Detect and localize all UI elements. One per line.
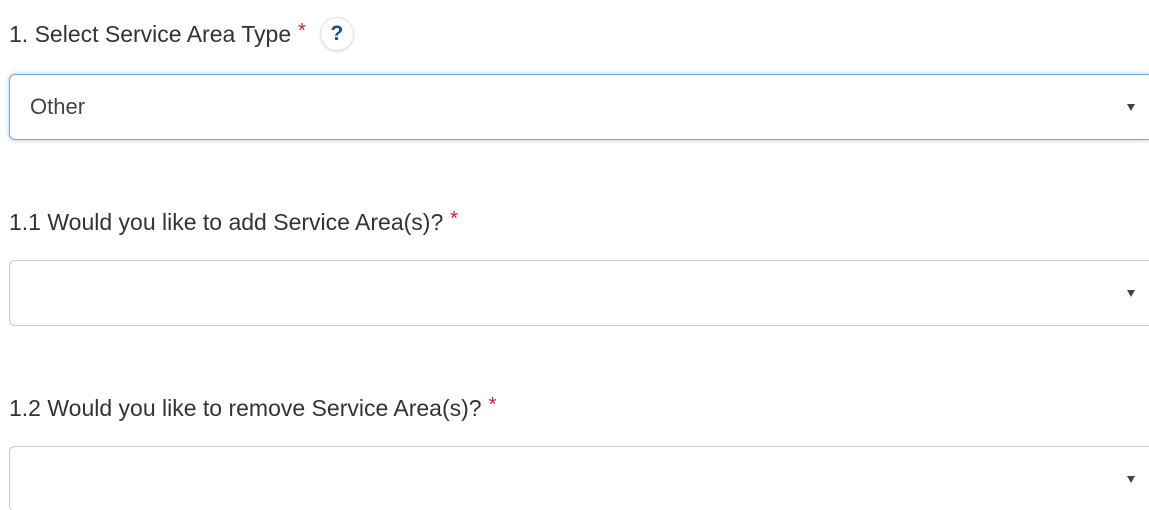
select-value: Other	[30, 94, 86, 119]
question-remove-service-area: 1.2 Would you like to remove Service Are…	[9, 388, 1149, 510]
question-label-row: 1.2 Would you like to remove Service Are…	[9, 388, 1149, 428]
question-add-service-area: 1.1 Would you like to add Service Area(s…	[9, 202, 1149, 326]
caret-down-icon	[1127, 104, 1135, 111]
question-label: 1. Select Service Area Type	[9, 21, 292, 47]
question-label-row: 1.1 Would you like to add Service Area(s…	[9, 202, 1149, 242]
service-area-form: 1. Select Service Area Type * ? Other 1.…	[0, 0, 1149, 510]
required-indicator: *	[450, 208, 459, 230]
question-service-area-type: 1. Select Service Area Type * ? Other	[9, 14, 1149, 140]
required-indicator: *	[488, 394, 497, 416]
required-indicator: *	[298, 20, 306, 42]
question-label: 1.1 Would you like to add Service Area(s…	[9, 209, 444, 235]
caret-down-icon	[1127, 476, 1135, 483]
question-label: 1.2 Would you like to remove Service Are…	[9, 395, 482, 421]
help-button[interactable]: ?	[319, 17, 354, 51]
add-service-area-select[interactable]	[9, 260, 1149, 326]
remove-service-area-select[interactable]	[9, 446, 1149, 510]
question-mark-icon: ?	[330, 22, 344, 45]
question-label-row: 1. Select Service Area Type * ?	[9, 14, 1149, 54]
service-area-type-select[interactable]: Other	[9, 74, 1149, 140]
caret-down-icon	[1127, 290, 1135, 297]
